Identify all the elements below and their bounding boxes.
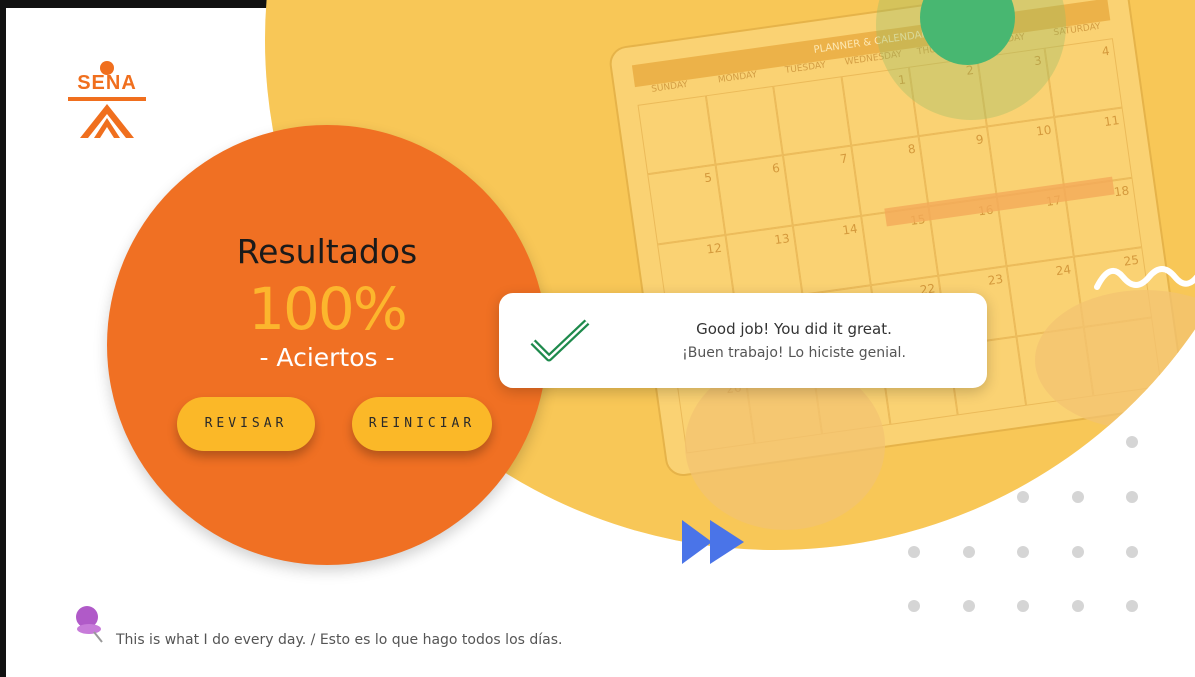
restart-button[interactable]: REINICIAR [352, 397, 492, 451]
sena-logo: SENA [62, 60, 152, 140]
activity-results-screen: PLANNER & CALENDAR SUNDAY MONDAY TUESDAY WE… [0, 0, 1195, 677]
pushpin-icon [76, 606, 103, 643]
footer-caption: This is what I do every day. / Esto es l… [116, 632, 563, 648]
feedback-message-en: Good job! You did it great. [696, 320, 892, 338]
logo-text: SENA [77, 72, 137, 94]
decor-dot [1126, 600, 1138, 612]
results-panel: Resultados 100% - Aciertos - REVISAR REI… [107, 125, 547, 565]
decor-dot [908, 600, 920, 612]
decor-dot [1017, 546, 1029, 558]
decor-dot [1126, 546, 1138, 558]
decor-dot [1072, 600, 1084, 612]
decor-dot [1126, 436, 1138, 448]
decor-dot [963, 600, 975, 612]
results-title: Resultados [236, 232, 418, 271]
decor-dot [1072, 491, 1084, 503]
wave-decoration [1094, 266, 1195, 290]
results-percentage: 100% [248, 275, 408, 343]
decor-dot [908, 546, 920, 558]
decor-dot [1017, 600, 1029, 612]
check-icon [530, 319, 590, 362]
decor-dot [1017, 491, 1029, 503]
decor-dot [1126, 491, 1138, 503]
fast-forward-icon[interactable] [682, 520, 746, 564]
decor-dot [963, 546, 975, 558]
window-border-left [0, 0, 6, 677]
feedback-message-es: ¡Buen trabajo! Lo hiciste genial. [682, 345, 906, 361]
feedback-toast: Good job! You did it great. ¡Buen trabaj… [499, 293, 987, 388]
review-button[interactable]: REVISAR [177, 397, 315, 451]
decor-dot [1072, 546, 1084, 558]
results-subtitle: - Aciertos - [259, 343, 395, 372]
